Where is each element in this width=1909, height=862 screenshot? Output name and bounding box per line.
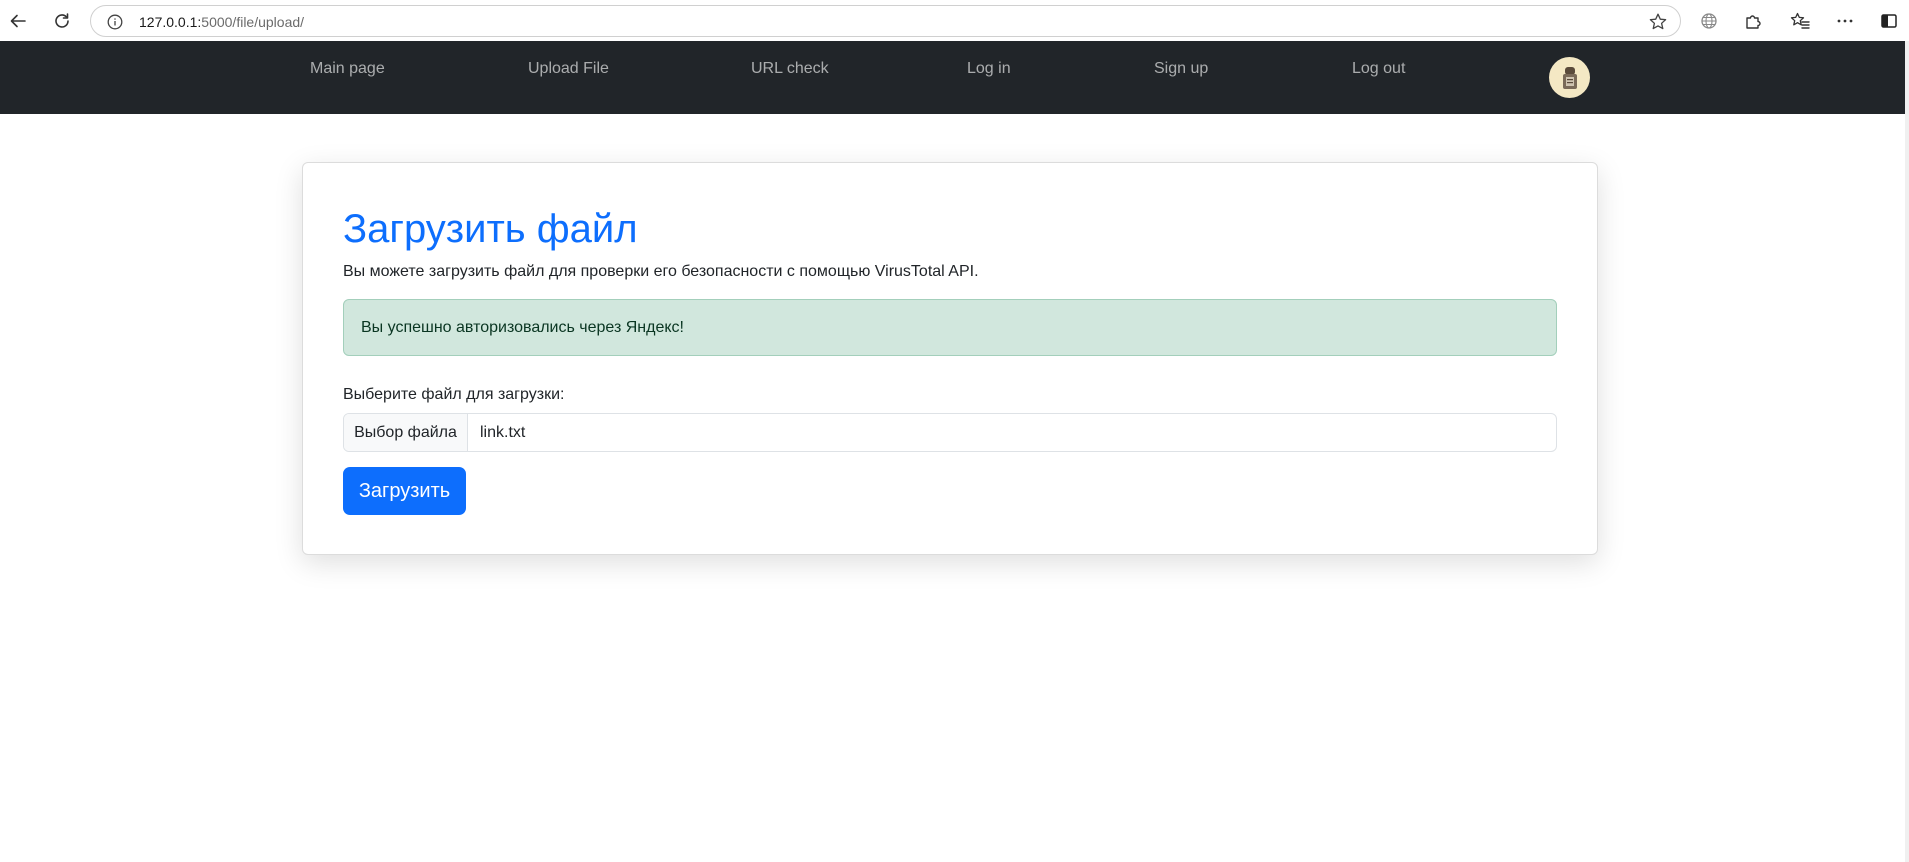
alert-text: Вы успешно авторизовались через Яндекс! bbox=[361, 319, 684, 336]
file-label: Выберите файл для загрузки: bbox=[343, 386, 565, 403]
user-avatar-icon[interactable] bbox=[1549, 57, 1590, 98]
nav-link-sign-up[interactable]: Sign up bbox=[1154, 59, 1208, 79]
browser-toolbar: 127.0.0.1:5000/file/upload/ bbox=[0, 0, 1909, 41]
choose-file-button[interactable]: Выбор файла bbox=[344, 414, 468, 451]
nav-link-log-in[interactable]: Log in bbox=[967, 59, 1011, 79]
reload-icon[interactable] bbox=[49, 8, 75, 34]
url-path: 5000/file/upload/ bbox=[201, 14, 305, 30]
extensions-icon[interactable] bbox=[1740, 8, 1766, 34]
page-title: Загрузить файл bbox=[343, 207, 638, 251]
page-description: Вы можете загрузить файл для проверки ег… bbox=[343, 263, 979, 280]
back-arrow-icon[interactable] bbox=[5, 8, 31, 34]
star-icon[interactable] bbox=[1648, 12, 1668, 37]
file-input[interactable]: Выбор файла link.txt bbox=[343, 413, 1557, 452]
selected-file-name: link.txt bbox=[480, 424, 526, 441]
upload-card: Загрузить файл Вы можете загрузить файл … bbox=[302, 162, 1598, 555]
page-edge bbox=[1905, 41, 1909, 862]
nav-link-upload-file[interactable]: Upload File bbox=[528, 59, 609, 79]
address-bar[interactable]: 127.0.0.1:5000/file/upload/ bbox=[90, 5, 1681, 37]
globe-icon[interactable] bbox=[1696, 8, 1722, 34]
upload-button[interactable]: Загрузить bbox=[343, 467, 466, 515]
info-icon[interactable] bbox=[107, 14, 123, 35]
sidebar-icon[interactable] bbox=[1876, 8, 1902, 34]
top-navbar bbox=[0, 41, 1905, 114]
url-text[interactable]: 127.0.0.1:5000/file/upload/ bbox=[139, 14, 304, 30]
more-icon[interactable] bbox=[1832, 8, 1858, 34]
nav-link-url-check[interactable]: URL check bbox=[751, 59, 829, 79]
nav-link-main-page[interactable]: Main page bbox=[310, 59, 385, 79]
url-host: 127.0.0.1: bbox=[139, 14, 202, 30]
nav-link-log-out[interactable]: Log out bbox=[1352, 59, 1405, 79]
favorites-icon[interactable] bbox=[1787, 8, 1813, 34]
success-alert: Вы успешно авторизовались через Яндекс! bbox=[343, 299, 1557, 356]
